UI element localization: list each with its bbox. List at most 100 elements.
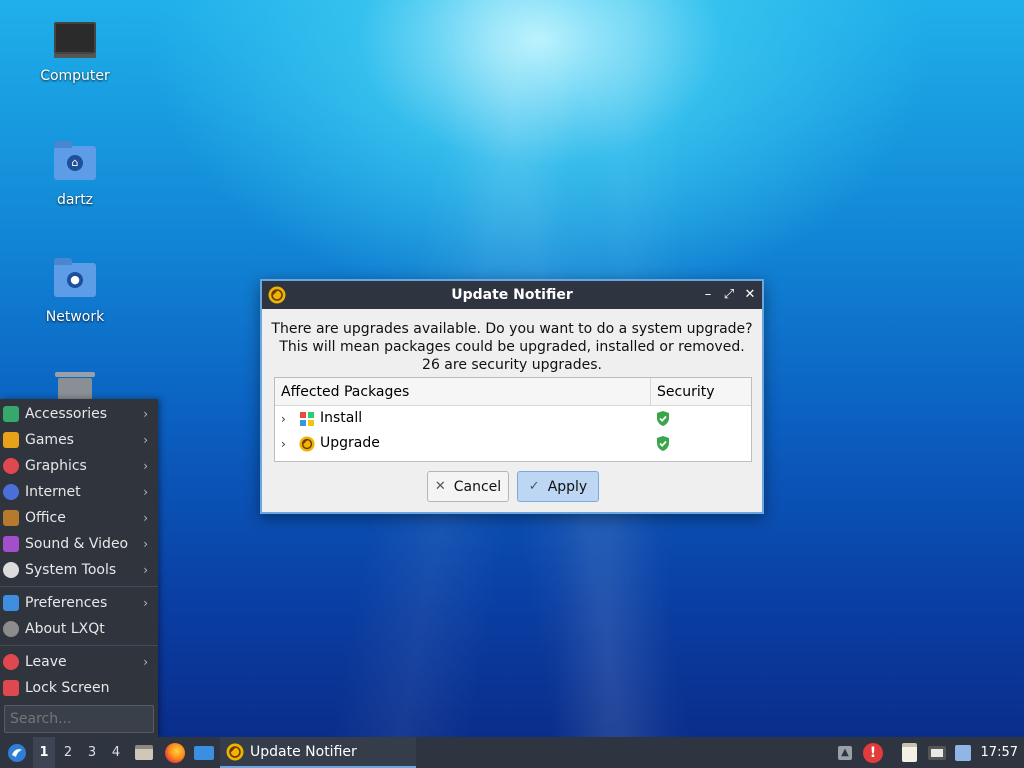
menu-item-preferences[interactable]: Preferences › — [0, 590, 158, 616]
dialog-message: There are upgrades available. Do you wan… — [262, 320, 762, 374]
menu-separator — [0, 645, 158, 646]
menu-item-label: About LXQt — [25, 621, 105, 637]
shield-check-icon — [655, 410, 671, 431]
update-notifier-icon — [268, 286, 286, 308]
file-manager-launcher[interactable] — [133, 737, 155, 768]
accessories-icon — [3, 406, 19, 422]
message-line: There are upgrades available. Do you wan… — [271, 321, 753, 337]
lxqt-logo-icon — [8, 743, 26, 762]
tree-row-install[interactable]: › Install — [275, 406, 751, 431]
power-icon — [3, 654, 19, 670]
menu-item-label: Sound & Video — [25, 536, 129, 552]
tree-row-label: Install — [320, 410, 363, 426]
chevron-right-icon: › — [143, 407, 148, 421]
start-menu-button[interactable] — [4, 737, 30, 768]
menu-item-system-tools[interactable]: System Tools › — [0, 557, 158, 583]
monitor-icon — [53, 22, 97, 62]
task-label: Update Notifier — [250, 743, 357, 760]
home-folder-icon: ⌂ — [53, 141, 97, 186]
menu-separator — [0, 586, 158, 587]
column-header-packages[interactable]: Affected Packages — [275, 378, 651, 405]
menu-item-internet[interactable]: Internet › — [0, 479, 158, 505]
expand-arrow-icon[interactable]: › — [281, 437, 286, 451]
menu-item-office[interactable]: Office › — [0, 505, 158, 531]
desktop-switch-2[interactable]: 2 — [57, 737, 79, 768]
menu-item-leave[interactable]: Leave › — [0, 649, 158, 675]
minimize-button[interactable]: – — [698, 285, 718, 305]
update-notifier-icon — [226, 743, 244, 761]
sound-video-icon — [3, 536, 19, 552]
desktop-icon — [194, 745, 214, 760]
chevron-right-icon: › — [143, 485, 148, 499]
notification-tray-icon[interactable] — [952, 737, 974, 768]
dialog-button-box: ✕ Cancel ✓ Apply — [262, 471, 762, 502]
dialog-titlebar[interactable]: Update Notifier – ⤢ ✕ — [262, 281, 762, 309]
desktop-icon-computer[interactable]: Computer — [20, 22, 130, 84]
column-header-security[interactable]: Security — [651, 378, 751, 405]
menu-item-accessories[interactable]: Accessories › — [0, 401, 158, 427]
desktop-switch-3[interactable]: 3 — [81, 737, 103, 768]
clipboard-tray-icon[interactable] — [898, 737, 920, 768]
menu-item-label: Preferences — [25, 595, 108, 611]
menu-item-games[interactable]: Games › — [0, 427, 158, 453]
tree-row-upgrade[interactable]: › Upgrade — [275, 431, 751, 456]
cancel-button[interactable]: ✕ Cancel — [427, 471, 509, 502]
file-manager-icon — [135, 745, 153, 760]
network-folder-icon: ● — [53, 258, 97, 303]
menu-item-label: Games — [25, 432, 74, 448]
chevron-right-icon: › — [143, 433, 148, 447]
update-alert-tray-icon[interactable]: ! — [862, 737, 884, 768]
dialog-title: Update Notifier — [451, 287, 573, 303]
desktop-icon-label: Network — [45, 309, 105, 325]
desktop-icon-label: dartz — [56, 192, 94, 208]
arrow-up-icon: ▲ — [838, 745, 852, 760]
menu-item-label: Graphics — [25, 458, 87, 474]
alert-icon: ! — [863, 742, 883, 763]
firefox-launcher[interactable] — [163, 737, 187, 768]
menu-item-sound-video[interactable]: Sound & Video › — [0, 531, 158, 557]
x-icon: ✕ — [434, 479, 446, 494]
clipboard-icon — [901, 743, 917, 762]
desktop-icon-label: Computer — [40, 68, 110, 84]
expand-arrow-icon[interactable]: › — [281, 412, 286, 426]
message-line: 26 are security upgrades. — [422, 357, 602, 373]
lock-icon — [3, 680, 19, 696]
system-tools-icon — [3, 562, 19, 578]
desktop-icon-home[interactable]: ⌂ dartz — [20, 141, 130, 208]
tree-row-label: Upgrade — [320, 435, 380, 451]
menu-item-label: System Tools — [25, 562, 117, 578]
update-notifier-dialog: Update Notifier – ⤢ ✕ There are upgrades… — [260, 279, 764, 514]
message-line: This will mean packages could be upgrade… — [279, 339, 745, 355]
tree-header: Affected Packages Security — [275, 378, 751, 406]
internet-icon — [3, 484, 19, 500]
maximize-button[interactable]: ⤢ — [719, 285, 739, 305]
shield-check-icon — [655, 435, 671, 456]
chevron-right-icon: › — [143, 596, 148, 610]
network-tray-icon[interactable] — [926, 737, 948, 768]
show-desktop-button[interactable] — [192, 737, 216, 768]
desktop-switch-4[interactable]: 4 — [105, 737, 127, 768]
menu-item-graphics[interactable]: Graphics › — [0, 453, 158, 479]
taskbar: 1 2 3 4 Update Notifier ▲ ! 17:57 — [0, 737, 1024, 768]
taskbar-task-update-notifier[interactable]: Update Notifier — [220, 737, 416, 768]
check-icon: ✓ — [528, 479, 540, 494]
close-button[interactable]: ✕ — [740, 285, 760, 305]
menu-search-input[interactable] — [4, 705, 154, 733]
menu-item-label: Lock Screen — [25, 680, 110, 696]
preferences-icon — [3, 595, 19, 611]
menu-item-about[interactable]: About LXQt — [0, 616, 158, 642]
clock[interactable]: 17:57 — [981, 737, 1018, 768]
menu-item-label: Leave — [25, 654, 67, 670]
info-icon — [3, 621, 19, 637]
chevron-right-icon: › — [143, 511, 148, 525]
apply-button[interactable]: ✓ Apply — [517, 471, 599, 502]
desktop-icon-network[interactable]: ● Network — [20, 258, 130, 325]
chevron-right-icon: › — [143, 655, 148, 669]
tray-expand-button[interactable]: ▲ — [836, 737, 854, 768]
chevron-right-icon: › — [143, 459, 148, 473]
desktop-switch-1[interactable]: 1 — [33, 737, 55, 768]
menu-item-lock-screen[interactable]: Lock Screen — [0, 675, 158, 701]
firefox-icon — [165, 742, 185, 763]
menu-item-label: Office — [25, 510, 66, 526]
cancel-button-label: Cancel — [453, 478, 502, 495]
